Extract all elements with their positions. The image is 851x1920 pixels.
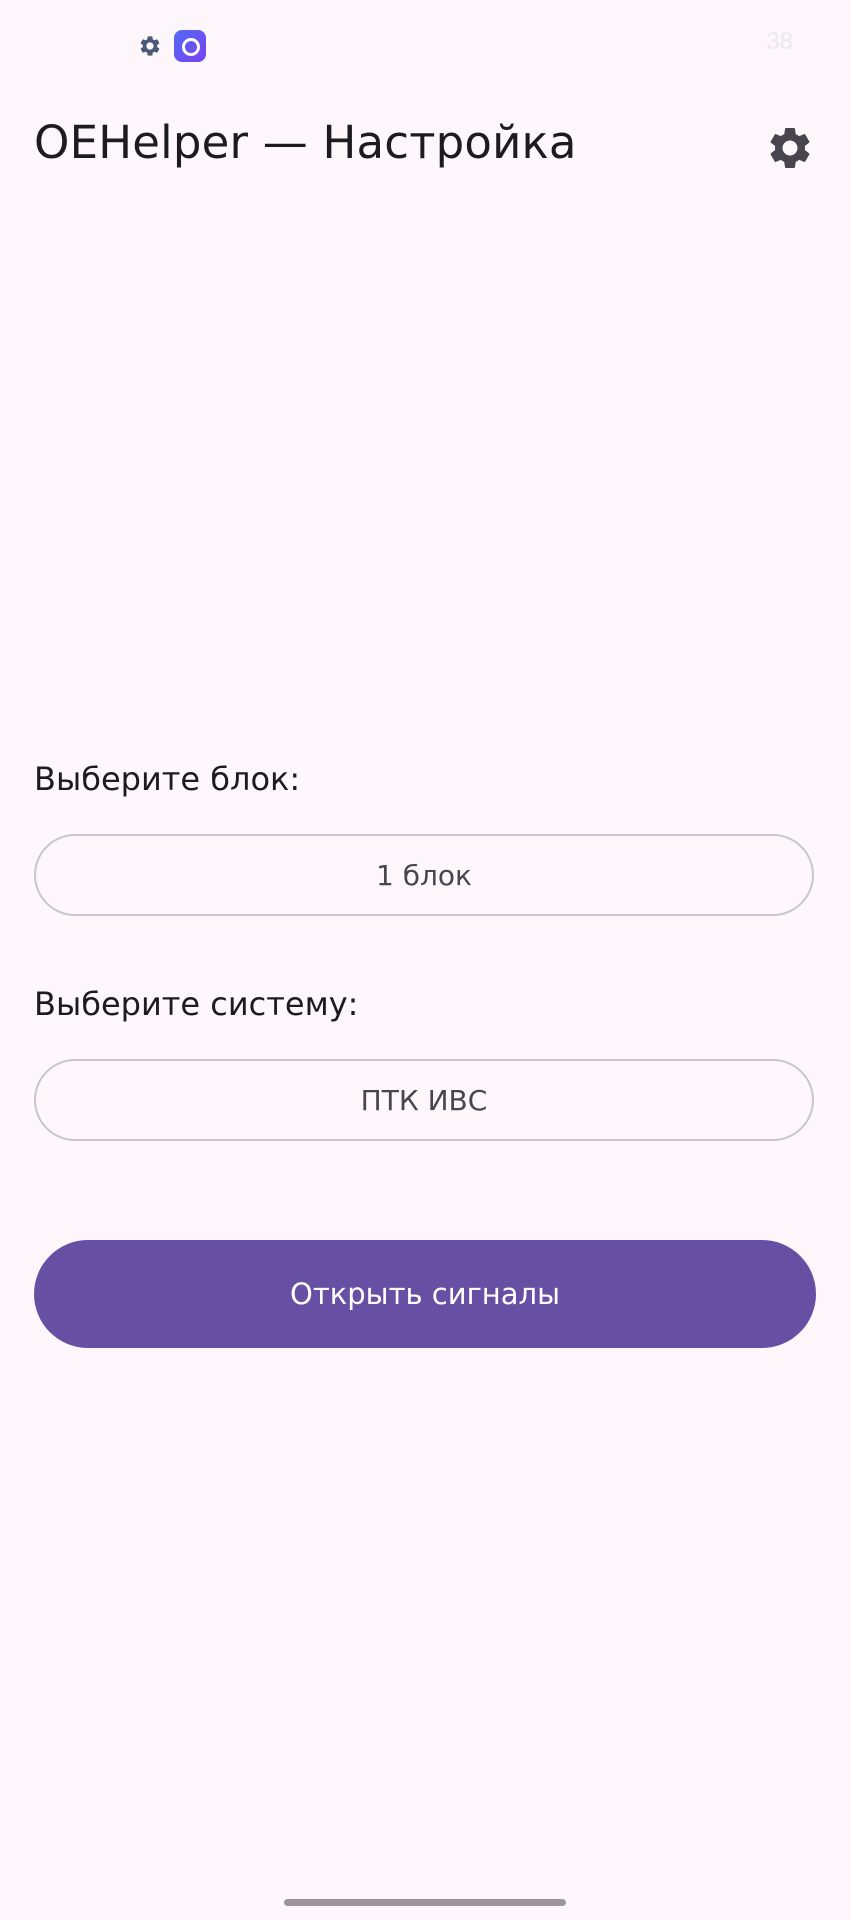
open-signals-button[interactable]: Открыть сигналы (34, 1240, 816, 1348)
open-signals-label: Открыть сигналы (290, 1277, 560, 1311)
block-select-value: 1 блок (376, 858, 472, 892)
system-select-value: ПТК ИВС (360, 1083, 488, 1117)
page-title: OEHelper — Настройка (34, 116, 577, 169)
system-select[interactable]: ПТК ИВС (34, 1059, 814, 1141)
block-select-label: Выберите блок: (34, 760, 301, 798)
status-bar: 38 (0, 0, 851, 90)
app-icon (174, 30, 206, 62)
block-select[interactable]: 1 блок (34, 834, 814, 916)
settings-button[interactable] (764, 122, 816, 174)
gear-icon (140, 36, 160, 56)
gear-icon (770, 127, 810, 168)
system-select-label: Выберите систему: (34, 985, 359, 1023)
battery-level: 38 (766, 28, 793, 55)
navigation-handle[interactable] (284, 1899, 566, 1906)
